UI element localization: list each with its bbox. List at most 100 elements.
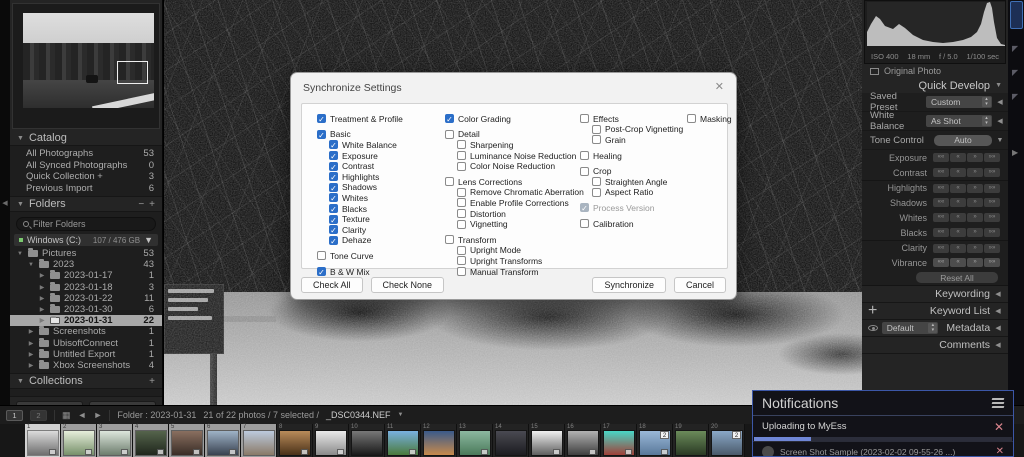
tone-step-button[interactable]: «« xyxy=(933,153,949,162)
folder-row[interactable]: ▶Xbox Screenshots4 xyxy=(10,360,162,371)
tone-step-button[interactable]: «« xyxy=(933,258,949,267)
collection-count-badge[interactable]: 2 xyxy=(660,431,669,439)
checkbox[interactable] xyxy=(580,219,589,228)
thumbnail-badge-icon[interactable] xyxy=(229,449,236,455)
checkbox[interactable] xyxy=(445,130,454,139)
folder-row[interactable]: ▶UbisoftConnect1 xyxy=(10,338,162,349)
auto-tone-button[interactable]: Auto xyxy=(934,135,992,146)
thumbnail-badge-icon[interactable] xyxy=(337,449,344,455)
current-filename[interactable]: _DSC0344.NEF xyxy=(326,410,391,420)
tone-step-button[interactable]: «« xyxy=(933,168,949,177)
checkbox[interactable]: ✓ xyxy=(329,172,338,181)
tone-step-button[interactable]: « xyxy=(950,168,966,177)
chevron-down-icon[interactable]: ▼ xyxy=(398,412,404,418)
tone-step-button[interactable]: »» xyxy=(984,168,1000,177)
tone-step-button[interactable]: »» xyxy=(984,244,1000,253)
filmstrip-thumbnail[interactable]: 4 xyxy=(133,424,169,457)
tone-step-button[interactable]: »» xyxy=(984,184,1000,193)
checkbox[interactable]: ✓ xyxy=(329,204,338,213)
volume-row-windows-c[interactable]: Windows (C:) 107 / 476 GB ▼ xyxy=(14,234,158,246)
folder-row[interactable]: ▶2023-01-306 xyxy=(10,304,162,315)
checkbox[interactable]: ✓ xyxy=(329,183,338,192)
checkbox[interactable] xyxy=(457,140,466,149)
filmstrip-thumbnail[interactable]: 17 xyxy=(601,424,637,457)
panel-side-toggle[interactable]: ◀ xyxy=(996,117,1004,125)
checkbox[interactable] xyxy=(580,151,589,160)
checkbox[interactable]: ✓ xyxy=(329,162,338,171)
checkbox[interactable] xyxy=(457,220,466,229)
filmstrip-thumbnail[interactable]: 9 xyxy=(313,424,349,457)
folder-expander[interactable]: ▶ xyxy=(38,306,46,313)
thumbnail-badge-icon[interactable] xyxy=(193,449,200,455)
left-panel-collapse-strip[interactable]: ◀ xyxy=(0,0,10,405)
folder-expander[interactable]: ▶ xyxy=(27,328,35,335)
checkbox[interactable] xyxy=(687,114,696,123)
checkbox[interactable] xyxy=(592,125,601,134)
checkbox[interactable]: ✓ xyxy=(317,114,326,123)
folder-row[interactable]: ▶Screenshots1 xyxy=(10,326,162,337)
chevron-down-icon[interactable]: ▼ xyxy=(144,235,153,245)
panel-side-toggle[interactable]: ◀ xyxy=(994,307,1002,315)
tone-step-button[interactable]: » xyxy=(967,168,983,177)
collections-header[interactable]: ▼ Collections + xyxy=(10,374,162,388)
folder-expander[interactable]: ▼ xyxy=(16,251,24,257)
checkbox[interactable]: ✓ xyxy=(329,140,338,149)
overlapping-window-button[interactable] xyxy=(1010,1,1023,29)
filmstrip-thumbnail[interactable]: 13 xyxy=(457,424,493,457)
checkbox[interactable] xyxy=(457,198,466,207)
filmstrip-thumbnail[interactable]: 14 xyxy=(493,424,529,457)
checkbox[interactable]: ✓ xyxy=(329,236,338,245)
folder-expander[interactable]: ▶ xyxy=(38,295,46,302)
panel-side-toggle[interactable]: ◀ xyxy=(994,290,1002,298)
folder-expander[interactable]: ▶ xyxy=(38,317,46,324)
section-add-button[interactable]: + xyxy=(868,302,877,320)
filmstrip-thumbnail[interactable]: 16 xyxy=(565,424,601,457)
tone-step-button[interactable]: « xyxy=(950,228,966,237)
tone-step-button[interactable]: »» xyxy=(984,213,1000,222)
tone-step-button[interactable]: «« xyxy=(933,228,949,237)
tone-step-button[interactable]: »» xyxy=(984,228,1000,237)
filmstrip-thumbnail[interactable]: 3 xyxy=(97,424,133,457)
filmstrip-thumbnail[interactable]: 1 xyxy=(25,424,61,457)
tone-step-button[interactable]: » xyxy=(967,258,983,267)
catalog-item[interactable]: Previous Import6 xyxy=(10,183,162,195)
tone-step-button[interactable]: » xyxy=(967,153,983,162)
thumbnail-badge-icon[interactable] xyxy=(409,449,416,455)
dropdown-white-balance[interactable]: As Shot▴▾ xyxy=(926,115,992,127)
thumbnail-badge-icon[interactable] xyxy=(157,449,164,455)
thumbnail-badge-icon[interactable] xyxy=(85,449,92,455)
folder-row[interactable]: ▶2023-01-2211 xyxy=(10,293,162,304)
section-header-keywording[interactable]: Keywording◀ xyxy=(862,286,1008,303)
metadata-preset-dropdown[interactable]: Default▴▾ xyxy=(882,322,939,334)
checkbox[interactable]: ✓ xyxy=(445,114,454,123)
tone-step-button[interactable]: »» xyxy=(984,198,1000,207)
tone-step-button[interactable]: » xyxy=(967,198,983,207)
checkbox[interactable] xyxy=(580,167,589,176)
checkbox[interactable] xyxy=(457,162,466,171)
check-none-button[interactable]: Check None xyxy=(371,277,445,293)
menu-icon[interactable] xyxy=(992,398,1004,408)
thumbnail-badge-icon[interactable] xyxy=(49,449,56,455)
filmstrip-thumbnail[interactable]: 182 xyxy=(637,424,673,457)
tone-step-button[interactable]: «« xyxy=(933,244,949,253)
checkbox[interactable] xyxy=(445,235,454,244)
checkbox[interactable] xyxy=(592,188,601,197)
checkbox[interactable] xyxy=(317,251,326,260)
navigator-zoom-rect[interactable] xyxy=(117,61,148,84)
checkbox[interactable]: ✓ xyxy=(317,267,326,276)
thumbnail-badge-icon[interactable] xyxy=(121,449,128,455)
checkbox[interactable] xyxy=(457,151,466,160)
filmstrip-thumbnail[interactable]: 7 xyxy=(241,424,277,457)
folder-row[interactable]: ▶2023-01-183 xyxy=(10,282,162,293)
previous-photo-arrow[interactable]: ◄ xyxy=(78,410,87,420)
section-header-metadata[interactable]: Default▴▾Metadata◀ xyxy=(862,320,1008,337)
filter-folders-input[interactable]: Filter Folders xyxy=(16,217,156,231)
collections-add-button[interactable]: + xyxy=(149,376,155,387)
folder-expander[interactable]: ▶ xyxy=(27,362,35,369)
folder-row[interactable]: ▶Untitled Export1 xyxy=(10,349,162,360)
section-header-keyword-list[interactable]: +Keyword List◀ xyxy=(862,303,1008,320)
catalog-item[interactable]: All Photographs53 xyxy=(10,148,162,160)
folder-row[interactable]: ▶2023-01-3122 xyxy=(10,315,162,326)
tone-step-button[interactable]: »» xyxy=(984,153,1000,162)
second-window-button[interactable]: 2 xyxy=(30,410,47,421)
